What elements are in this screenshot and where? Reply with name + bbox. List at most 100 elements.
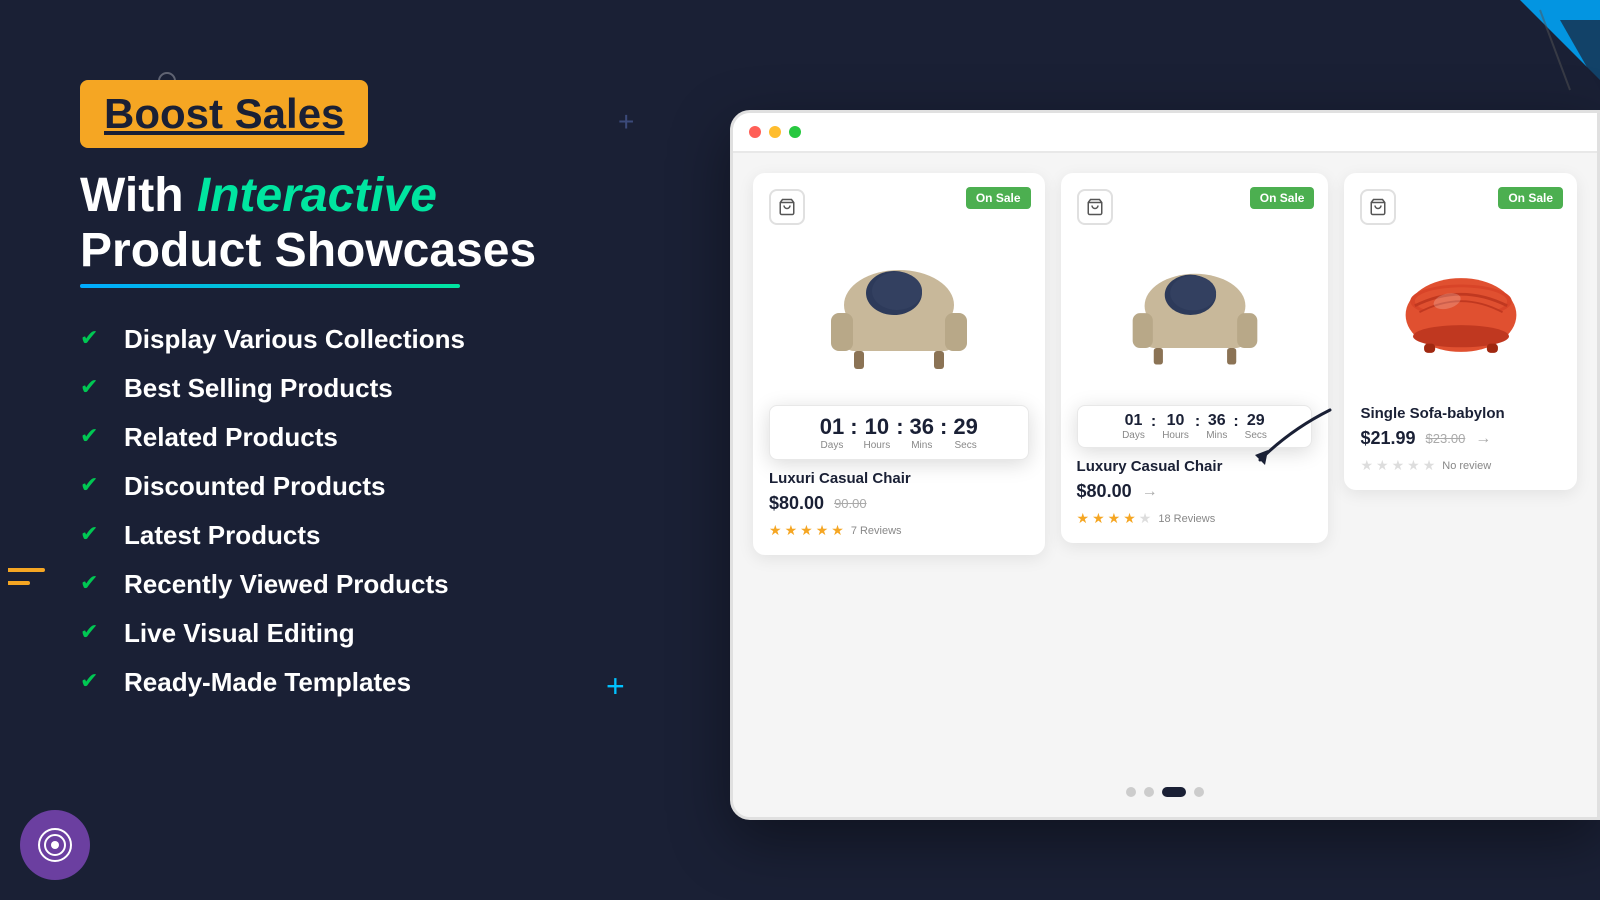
product-price-2: $80.00 → bbox=[1077, 481, 1313, 502]
subtitle-text: Product Showcases bbox=[80, 224, 536, 277]
star-2: ★ bbox=[1092, 510, 1105, 527]
product-price-1: $80.00 90.00 bbox=[769, 493, 1029, 514]
dot-4[interactable] bbox=[1194, 787, 1204, 797]
countdown-hours-1: 10 Hours bbox=[864, 414, 891, 451]
sofa-svg-2 bbox=[1120, 260, 1270, 370]
countdown-sep: : bbox=[896, 416, 903, 450]
product-stars-1: ★ ★ ★ ★ ★ 7 Reviews bbox=[769, 522, 1029, 539]
main-headline: With Interactive Product Showcases bbox=[80, 168, 640, 278]
dot-3[interactable] bbox=[1162, 787, 1186, 797]
product-name-3: Single Sofa-babylon bbox=[1360, 405, 1561, 422]
reviews-count-2: 18 Reviews bbox=[1158, 513, 1215, 525]
feature-label-recently-viewed: Recently Viewed Products bbox=[124, 569, 449, 600]
sofa-svg-3 bbox=[1386, 255, 1536, 375]
left-content: Boost Sales With Interactive Product Sho… bbox=[80, 80, 640, 698]
price-current-2: $80.00 bbox=[1077, 481, 1132, 502]
dot-1[interactable] bbox=[1126, 787, 1136, 797]
boost-title: Boost Sales bbox=[104, 90, 344, 137]
countdown-mins-1: 36 Mins bbox=[910, 414, 934, 451]
check-icon-recently-viewed: ✔ bbox=[80, 570, 110, 600]
on-sale-badge-1: On Sale bbox=[966, 187, 1031, 209]
dot-2[interactable] bbox=[1144, 787, 1154, 797]
countdown-mins-2: 36 Mins bbox=[1206, 412, 1227, 441]
countdown-days-1: 01 Days bbox=[820, 414, 844, 451]
price-old-3: $23.00 bbox=[1426, 431, 1466, 446]
browser-dot-minimize bbox=[769, 126, 781, 138]
star-2: ★ bbox=[785, 522, 798, 539]
interactive-text: Interactive bbox=[197, 169, 437, 222]
countdown-hours-2: 10 Hours bbox=[1162, 412, 1189, 441]
browser-top-bar bbox=[733, 113, 1597, 153]
star-4: ★ bbox=[1123, 510, 1136, 527]
check-icon-collections: ✔ bbox=[80, 325, 110, 355]
pagination-dots bbox=[1126, 777, 1204, 801]
check-icon-latest: ✔ bbox=[80, 521, 110, 551]
feature-label-discounted: Discounted Products bbox=[124, 471, 385, 502]
headline-underline bbox=[80, 284, 460, 288]
cart-button-2[interactable] bbox=[1077, 189, 1113, 225]
product-stars-3: ★ ★ ★ ★ ★ No review bbox=[1360, 457, 1561, 474]
cart-button-1[interactable] bbox=[769, 189, 805, 225]
feature-label-collections: Display Various Collections bbox=[124, 324, 465, 355]
price-current-3: $21.99 bbox=[1360, 428, 1415, 449]
feature-label-templates: Ready-Made Templates bbox=[124, 667, 411, 698]
product-name-1: Luxuri Casual Chair bbox=[769, 470, 1029, 487]
arrow-decoration bbox=[1250, 390, 1350, 470]
check-icon-templates: ✔ bbox=[80, 668, 110, 698]
feature-label-best-selling: Best Selling Products bbox=[124, 373, 393, 404]
countdown-sep: : bbox=[940, 416, 947, 450]
countdown-secs-1: 29 Secs bbox=[953, 414, 977, 451]
boost-badge: Boost Sales bbox=[80, 80, 368, 148]
right-section: On Sale bbox=[670, 60, 1600, 880]
product-image-3 bbox=[1360, 235, 1561, 395]
price-old-1: 90.00 bbox=[834, 496, 867, 511]
star-1: ★ bbox=[769, 522, 782, 539]
price-arrow-3: → bbox=[1475, 430, 1491, 448]
feature-label-related: Related Products bbox=[124, 422, 338, 453]
browser-content: On Sale bbox=[733, 153, 1597, 817]
star-3: ★ bbox=[1392, 457, 1405, 474]
check-icon-best-selling: ✔ bbox=[80, 374, 110, 404]
feature-label-live-editing: Live Visual Editing bbox=[124, 618, 355, 649]
star-2: ★ bbox=[1376, 457, 1389, 474]
reviews-count-3: No review bbox=[1442, 460, 1491, 472]
countdown-sep: : bbox=[850, 416, 857, 450]
countdown-sep-2: : bbox=[1151, 414, 1156, 440]
on-sale-badge-2: On Sale bbox=[1250, 187, 1315, 209]
products-grid: On Sale bbox=[753, 173, 1577, 797]
star-4: ★ bbox=[816, 522, 829, 539]
sofa-svg-1 bbox=[819, 255, 979, 375]
star-5: ★ bbox=[831, 522, 844, 539]
features-list: ✔ Display Various Collections ✔ Best Sel… bbox=[80, 324, 640, 698]
countdown-sep-2: : bbox=[1195, 414, 1200, 440]
on-sale-badge-3: On Sale bbox=[1498, 187, 1563, 209]
yellow-dashes-decoration bbox=[8, 565, 58, 600]
feature-item: ✔ Ready-Made Templates bbox=[80, 667, 640, 698]
star-1: ★ bbox=[1360, 457, 1373, 474]
brand-logo bbox=[20, 810, 90, 880]
feature-item: ✔ Recently Viewed Products bbox=[80, 569, 640, 600]
feature-item: ✔ Display Various Collections bbox=[80, 324, 640, 355]
reviews-count-1: 7 Reviews bbox=[851, 525, 902, 537]
price-current-1: $80.00 bbox=[769, 493, 824, 514]
with-text: With bbox=[80, 169, 184, 222]
star-3: ★ bbox=[1108, 510, 1121, 527]
star-5: ★ bbox=[1423, 457, 1436, 474]
product-image-2 bbox=[1077, 235, 1313, 395]
cart-button-3[interactable] bbox=[1360, 189, 1396, 225]
product-card-1: On Sale bbox=[753, 173, 1045, 555]
check-icon-discounted: ✔ bbox=[80, 472, 110, 502]
star-1: ★ bbox=[1077, 510, 1090, 527]
browser-frame: On Sale bbox=[730, 110, 1600, 820]
feature-item: ✔ Discounted Products bbox=[80, 471, 640, 502]
product-card-2: On Sale bbox=[1061, 173, 1329, 543]
browser-dot-close bbox=[749, 126, 761, 138]
feature-item: ✔ Best Selling Products bbox=[80, 373, 640, 404]
countdown-timer-1: 01 Days : 10 Hours : 36 Mins bbox=[769, 405, 1029, 460]
product-stars-2: ★ ★ ★ ★ ★ 18 Reviews bbox=[1077, 510, 1313, 527]
price-arrow-2: → bbox=[1142, 483, 1158, 501]
countdown-sep-2: : bbox=[1233, 414, 1238, 440]
product-image-1 bbox=[769, 235, 1029, 395]
feature-label-latest: Latest Products bbox=[124, 520, 321, 551]
star-3: ★ bbox=[800, 522, 813, 539]
